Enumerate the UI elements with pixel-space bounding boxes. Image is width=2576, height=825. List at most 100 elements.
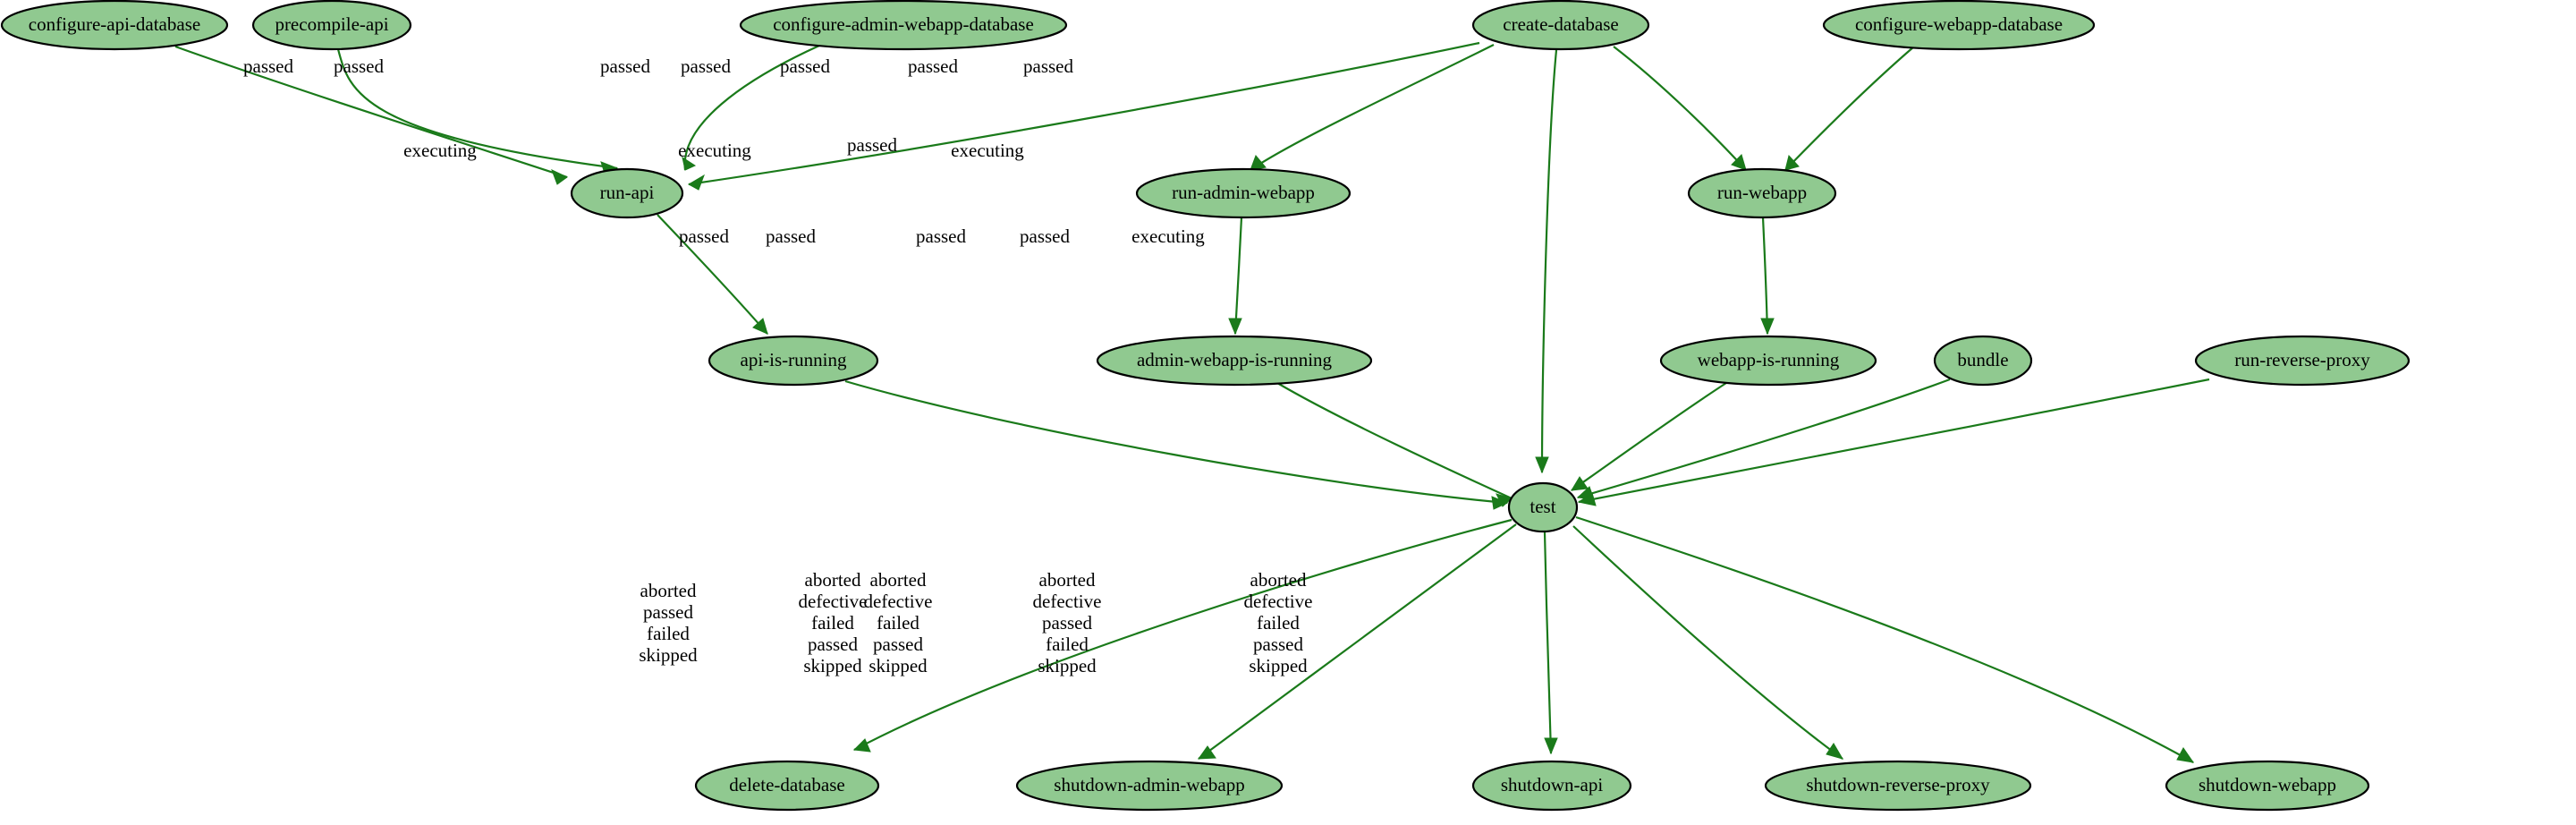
- graph-node-admin-webapp-is-running[interactable]: admin-webapp-is-running: [1096, 335, 1373, 387]
- edge-line: [1613, 46, 1747, 171]
- edge-line: [1233, 217, 1243, 335]
- graph-edge[interactable]: [1576, 378, 1951, 500]
- graph-node-precompile-api[interactable]: precompile-api: [251, 0, 412, 51]
- edge-arrowhead: [687, 174, 705, 191]
- graph-node-api-is-running[interactable]: api-is-running: [708, 335, 879, 387]
- edge-label: passed: [600, 55, 650, 77]
- edge-label: passed: [679, 225, 729, 247]
- node-label: create-database: [1503, 13, 1618, 35]
- graph-node-configure-webapp-database[interactable]: configure-webapp-database: [1822, 0, 2096, 51]
- edge-line: [853, 518, 1513, 751]
- edge-arrowhead: [1760, 318, 1775, 336]
- edge-line: [844, 379, 1508, 505]
- edge-label: aborted defective failed passed skipped: [799, 569, 868, 676]
- node-label: run-reverse-proxy: [2234, 349, 2370, 370]
- edge-label: passed: [847, 134, 897, 156]
- edge-arrowhead: [1826, 743, 1844, 760]
- node-label: shutdown-reverse-proxy: [1806, 774, 1990, 795]
- edge-label: executing: [403, 140, 477, 161]
- edge-label: aborted defective passed failed skipped: [1033, 569, 1102, 676]
- edge-line: [1577, 378, 1951, 499]
- edge-label: passed: [766, 225, 816, 247]
- graph-node-bundle[interactable]: bundle: [1933, 335, 2033, 387]
- edge-label: passed: [908, 55, 958, 77]
- node-label: run-api: [600, 182, 655, 203]
- node-label: shutdown-api: [1501, 774, 1603, 795]
- edge-arrowhead: [1535, 456, 1549, 474]
- graph-node-run-admin-webapp[interactable]: run-admin-webapp: [1135, 167, 1352, 219]
- graph-node-webapp-is-running[interactable]: webapp-is-running: [1659, 335, 1877, 387]
- node-label: webapp-is-running: [1698, 349, 1840, 370]
- node-label: test: [1530, 496, 1555, 517]
- edge-line: [1761, 217, 1769, 335]
- edge-arrowhead: [551, 169, 568, 185]
- edge-arrowhead: [1571, 476, 1589, 491]
- graph-edge[interactable]: [1197, 523, 1517, 760]
- graph-node-shutdown-webapp[interactable]: shutdown-webapp: [2165, 760, 2370, 812]
- node-label: configure-api-database: [29, 13, 200, 35]
- dependency-graph-canvas: configure-api-database precompile-api conf…: [0, 0, 2576, 825]
- graph-edge[interactable]: [1760, 217, 1775, 336]
- edge-line: [1276, 382, 1513, 500]
- edge-label: passed: [780, 55, 830, 77]
- graph-edge[interactable]: [1571, 382, 1727, 491]
- node-label: configure-admin-webapp-database: [773, 13, 1034, 35]
- edge-line: [1540, 49, 1558, 473]
- node-label: api-is-running: [741, 349, 847, 370]
- edge-label: aborted passed failed skipped: [639, 580, 698, 666]
- graph-node-delete-database[interactable]: delete-database: [694, 760, 880, 812]
- edge-line: [1575, 515, 2194, 763]
- edges-layer: [174, 41, 2210, 763]
- graph-node-shutdown-api[interactable]: shutdown-api: [1471, 760, 1632, 812]
- node-label: configure-webapp-database: [1855, 13, 2063, 35]
- edge-line: [1543, 532, 1553, 754]
- graph-edge[interactable]: [1543, 532, 1558, 755]
- node-label: bundle: [1957, 349, 2008, 370]
- graph-node-shutdown-admin-webapp[interactable]: shutdown-admin-webapp: [1015, 760, 1284, 812]
- edge-label: passed: [1023, 55, 1073, 77]
- graph-edge[interactable]: [1276, 382, 1513, 507]
- edge-label: passed: [916, 225, 966, 247]
- edge-line: [1784, 46, 1915, 171]
- graph-edge[interactable]: [1228, 217, 1243, 336]
- graph-edge[interactable]: [1784, 46, 1915, 171]
- node-label: shutdown-admin-webapp: [1054, 774, 1244, 795]
- edge-label: executing: [678, 140, 751, 161]
- edge-label: aborted defective failed passed skipped: [1244, 569, 1313, 676]
- nodes-layer: configure-api-database precompile-api conf…: [0, 0, 2411, 812]
- edge-label: passed: [1020, 225, 1070, 247]
- graph-edge[interactable]: [1575, 515, 2195, 763]
- edge-line: [1250, 44, 1495, 171]
- edge-line: [1578, 378, 2210, 504]
- graph-node-test[interactable]: test: [1507, 481, 1579, 533]
- edge-label: aborted defective failed passed skipped: [864, 569, 933, 676]
- graph-node-shutdown-reverse-proxy[interactable]: shutdown-reverse-proxy: [1764, 760, 2032, 812]
- edge-line: [1198, 523, 1517, 760]
- edge-arrowhead: [1544, 737, 1558, 755]
- edge-label: executing: [1131, 225, 1205, 247]
- node-label: run-webapp: [1717, 182, 1807, 203]
- edge-arrowhead: [852, 738, 871, 753]
- graph-edge[interactable]: [1535, 49, 1558, 474]
- node-label: delete-database: [729, 774, 844, 795]
- graph-node-run-api[interactable]: run-api: [570, 167, 684, 219]
- node-label: precompile-api: [275, 13, 388, 35]
- graph-node-configure-admin-webapp-database[interactable]: configure-admin-webapp-database: [739, 0, 1068, 51]
- graph-edge[interactable]: [1613, 46, 1747, 171]
- graph-node-configure-api-database[interactable]: configure-api-database: [0, 0, 229, 51]
- node-label: admin-webapp-is-running: [1137, 349, 1333, 370]
- graph-node-run-reverse-proxy[interactable]: run-reverse-proxy: [2194, 335, 2411, 387]
- node-label: shutdown-webapp: [2199, 774, 2336, 795]
- graph-edge[interactable]: [852, 518, 1513, 753]
- edge-label: passed: [334, 55, 384, 77]
- edge-label: passed: [243, 55, 293, 77]
- edge-label: executing: [951, 140, 1024, 161]
- edge-line: [1571, 382, 1727, 491]
- graph-node-run-webapp[interactable]: run-webapp: [1687, 167, 1837, 219]
- graph-edge[interactable]: [844, 379, 1509, 510]
- edge-label: passed: [681, 55, 731, 77]
- node-label: run-admin-webapp: [1172, 182, 1315, 203]
- edge-arrowhead: [1228, 318, 1242, 336]
- graph-node-create-database[interactable]: create-database: [1471, 0, 1650, 51]
- graph-edge[interactable]: [1250, 44, 1495, 171]
